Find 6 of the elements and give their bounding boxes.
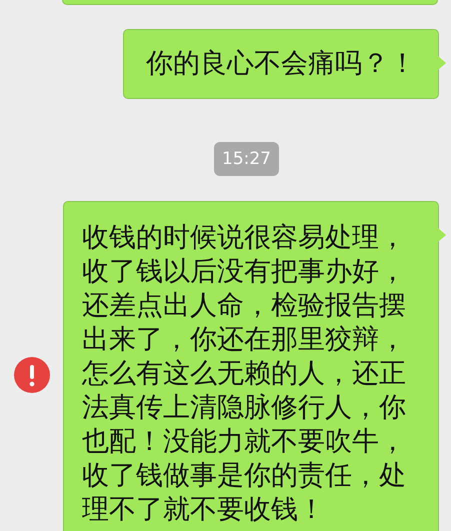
- warning-icon[interactable]: [14, 356, 50, 392]
- bubble-tail: [438, 56, 446, 70]
- bubble-tail: [438, 228, 446, 242]
- timestamp: 15:27: [214, 142, 279, 176]
- message-bubble: 你的良心不会痛吗？！: [123, 29, 439, 99]
- message-bubble: 收钱的时候说很容易处理，收了钱以后没有把事办好，还差点出人命，检验报告摆出来了，你还在那里狡辩，怎么有这么无赖的人，还正法真传上清隐脉修行人，你也配！没能力就不要吹牛，收了钱做事是你的责任，处理不了就不要收钱！: [63, 201, 439, 531]
